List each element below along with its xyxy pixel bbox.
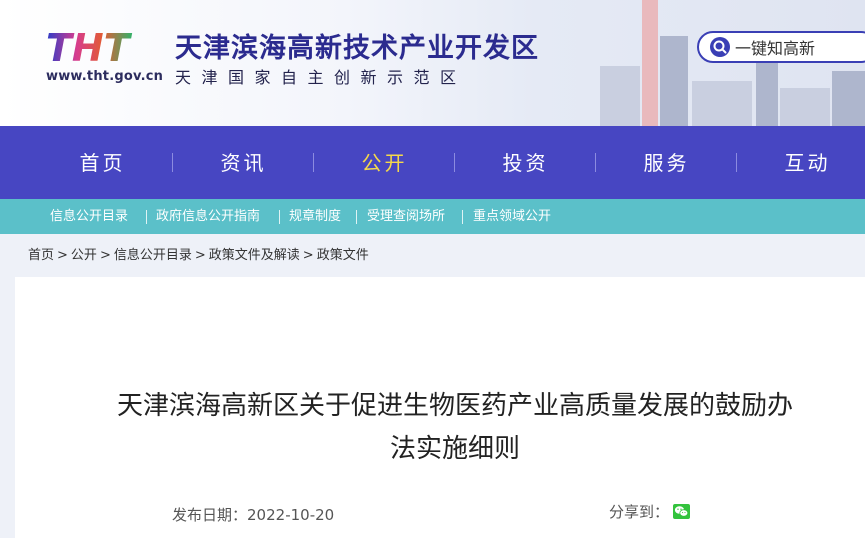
publish-date: 发布日期：2022-10-20 [172, 504, 334, 525]
article-title: 天津滨海高新区关于促进生物医药产业高质量发展的鼓励办 法实施细则 [55, 385, 855, 471]
breadcrumb-separator: > [302, 248, 314, 263]
nav-item-invest[interactable]: 投资 [455, 126, 596, 199]
site-title: 天津滨海高新技术产业开发区 [175, 33, 539, 64]
article-panel: 天津滨海高新区关于促进生物医药产业高质量发展的鼓励办 法实施细则 发布日期：20… [15, 277, 865, 538]
subnav-item-regulations[interactable]: 规章制度 [289, 199, 341, 234]
article-title-line-1: 天津滨海高新区关于促进生物医药产业高质量发展的鼓励办 [116, 391, 793, 421]
subnav-item-guide[interactable]: 政府信息公开指南 [156, 199, 260, 234]
subnav-divider [462, 210, 463, 224]
site-header: THT www.tht.gov.cn 天津滨海高新技术产业开发区 天津国家自主创… [0, 0, 865, 126]
search-icon [710, 37, 730, 57]
breadcrumb-separator: > [57, 248, 68, 263]
share-bar: 分享到： [609, 501, 691, 522]
publish-date-label: 发布日期： [172, 506, 248, 524]
subnav-divider [356, 210, 357, 224]
subnav-item-catalog[interactable]: 信息公开目录 [50, 199, 128, 234]
breadcrumb-separator: > [99, 248, 111, 263]
breadcrumb-catalog[interactable]: 信息公开目录 [114, 248, 192, 263]
search-label: 一键知高新 [735, 39, 816, 58]
breadcrumb: 首页 > 公开 > 信息公开目录 > 政策文件及解读 > 政策文件 [28, 244, 369, 263]
search-box[interactable]: 一键知高新 [697, 31, 865, 63]
subnav-divider [146, 210, 147, 224]
subnav-item-reading-venue[interactable]: 受理查阅场所 [367, 199, 445, 234]
breadcrumb-home[interactable]: 首页 [28, 248, 54, 263]
nav-item-service[interactable]: 服务 [596, 126, 737, 199]
breadcrumb-policy-files[interactable]: 政策文件 [317, 248, 369, 263]
svg-text:THT: THT [46, 28, 133, 64]
nav-item-interact[interactable]: 互动 [737, 126, 865, 199]
nav-item-home[interactable]: 首页 [32, 126, 173, 199]
share-label: 分享到： [609, 503, 670, 521]
header-skyline-banner [580, 0, 865, 126]
nav-item-news[interactable]: 资讯 [173, 126, 314, 199]
subnav-divider [279, 210, 280, 224]
subnav-item-key-areas[interactable]: 重点领域公开 [473, 199, 551, 234]
publish-date-value: 2022-10-20 [247, 506, 335, 524]
tht-logo[interactable]: THT [46, 28, 158, 64]
breadcrumb-open[interactable]: 公开 [71, 248, 97, 263]
site-subtitle: 天津国家自主创新示范区 [175, 68, 467, 87]
breadcrumb-policy-docs[interactable]: 政策文件及解读 [209, 248, 300, 263]
wechat-icon[interactable] [673, 504, 691, 519]
article-title-line-2: 法实施细则 [389, 434, 520, 464]
site-url: www.tht.gov.cn [46, 69, 164, 84]
nav-item-open[interactable]: 公开 [314, 126, 455, 199]
sub-nav: 信息公开目录 政府信息公开指南 规章制度 受理查阅场所 重点领域公开 [0, 199, 865, 234]
main-nav: 首页 资讯 公开 投资 服务 互动 [0, 126, 865, 199]
breadcrumb-separator: > [194, 248, 206, 263]
